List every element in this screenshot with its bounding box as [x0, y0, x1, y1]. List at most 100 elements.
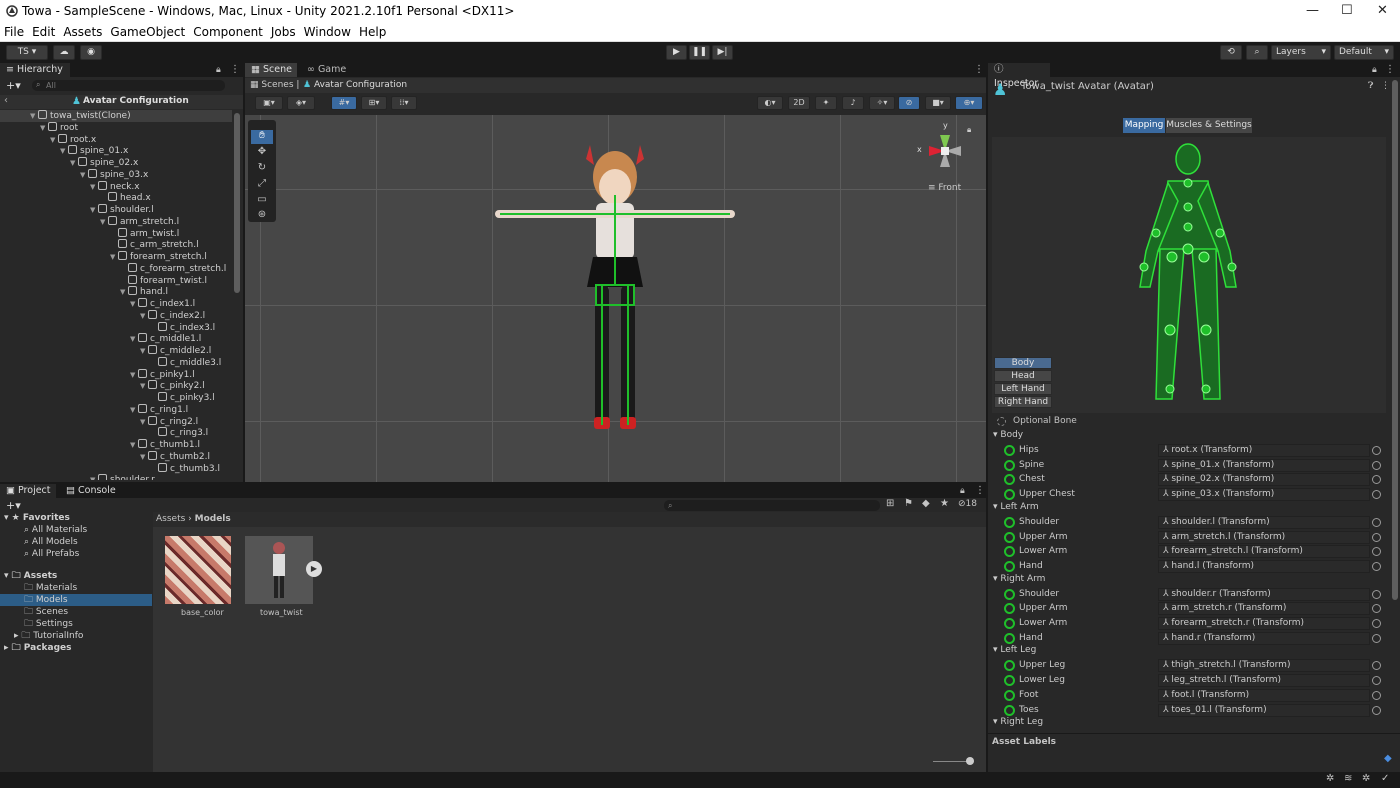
- collab-icon[interactable]: ◉: [80, 45, 102, 60]
- bone-mapped-icon[interactable]: [1004, 531, 1015, 543]
- hierarchy-item[interactable]: ▼ towa_twist(Clone): [0, 110, 232, 122]
- hierarchy-search-input[interactable]: All: [32, 80, 225, 91]
- filter-label-icon[interactable]: ⚑: [904, 498, 913, 509]
- object-picker-icon[interactable]: [1372, 705, 1381, 715]
- left-hand-button[interactable]: Left Hand: [994, 383, 1052, 395]
- back-arrow-icon[interactable]: ‹: [4, 95, 8, 106]
- account-button[interactable]: TS ▾: [6, 45, 48, 60]
- history-icon[interactable]: ⟲: [1220, 45, 1242, 60]
- object-picker-icon[interactable]: [1372, 517, 1381, 527]
- zoom-slider-handle[interactable]: [966, 757, 974, 765]
- fav-all-materials[interactable]: ⌕ All Materials: [24, 524, 87, 536]
- hierarchy-item[interactable]: ▼ spine_01.x: [0, 145, 232, 157]
- bone-mapped-icon[interactable]: [1004, 560, 1015, 572]
- tab-mapping[interactable]: Mapping: [1123, 118, 1165, 133]
- project-search-input[interactable]: ⌕: [664, 500, 880, 511]
- menu-file[interactable]: File: [0, 23, 28, 39]
- right-hand-button[interactable]: Right Hand: [994, 396, 1052, 408]
- more-menu-icon[interactable]: ⋮: [974, 64, 984, 75]
- help-icon[interactable]: ❓︎: [1368, 81, 1373, 91]
- shading-dropdown[interactable]: ◈▾: [287, 96, 315, 110]
- object-picker-icon[interactable]: [1372, 690, 1381, 700]
- body-button[interactable]: Body: [994, 357, 1052, 369]
- move-tool-icon[interactable]: ✥: [251, 146, 273, 160]
- breadcrumb-avatar[interactable]: ♟ Avatar Configuration: [303, 80, 407, 90]
- expand-arrow-icon[interactable]: ▼: [130, 333, 138, 345]
- hierarchy-item[interactable]: ▼ spine_03.x: [0, 168, 232, 181]
- menu-edit[interactable]: Edit: [28, 23, 59, 39]
- expand-arrow-icon[interactable]: ▼: [30, 110, 38, 122]
- thumb-base-color[interactable]: [165, 536, 231, 604]
- step-button[interactable]: ▶|: [712, 45, 733, 60]
- cache-icon[interactable]: ≋: [1344, 773, 1352, 784]
- folder-materials[interactable]: 🗀︎ Materials: [24, 582, 77, 594]
- hierarchy-item[interactable]: ▼ c_pinky2.l: [0, 380, 232, 392]
- more-menu-icon[interactable]: ⋮: [1381, 81, 1390, 91]
- expand-arrow-icon[interactable]: ▼: [130, 369, 138, 381]
- rotate-tool-icon[interactable]: ↻: [251, 162, 273, 176]
- favorite-star-icon[interactable]: ★: [940, 498, 949, 509]
- effects-dropdown[interactable]: ✧▾: [869, 96, 895, 110]
- gizmos-dropdown[interactable]: ⊕▾: [955, 96, 983, 110]
- bone-transform-field[interactable]: ⅄ shoulder.r (Transform): [1158, 587, 1370, 601]
- expand-arrow-icon[interactable]: ▼: [60, 145, 68, 157]
- expand-arrow-icon[interactable]: ▼: [50, 134, 58, 146]
- breadcrumb-models[interactable]: Models: [195, 514, 231, 524]
- bone-transform-field[interactable]: ⅄ spine_03.x (Transform): [1158, 488, 1370, 502]
- close-button[interactable]: ✕: [1377, 3, 1388, 18]
- hierarchy-item[interactable]: c_thumb3.l: [0, 462, 232, 475]
- draw-mode-dropdown[interactable]: ▣▾: [255, 96, 283, 110]
- play-button[interactable]: ▶: [666, 45, 687, 60]
- object-picker-icon[interactable]: [1372, 561, 1381, 571]
- bone-mapped-icon[interactable]: [1004, 516, 1015, 528]
- pause-button[interactable]: ❚❚: [689, 45, 710, 60]
- cloud-icon[interactable]: ☁: [53, 45, 75, 60]
- scene-viewport[interactable]: ✋︎ ✥ ↻ ⤢ ▭ ⊛ y x 🔒︎ ≡ Front: [245, 115, 986, 482]
- object-picker-icon[interactable]: [1372, 460, 1381, 470]
- bone-mapped-icon[interactable]: [1004, 704, 1015, 716]
- bone-transform-field[interactable]: ⅄ hand.r (Transform): [1158, 631, 1370, 645]
- more-menu-icon[interactable]: ⋮: [975, 485, 985, 496]
- hierarchy-item[interactable]: ▼ c_middle2.l: [0, 345, 232, 357]
- hierarchy-item[interactable]: c_arm_stretch.l: [0, 239, 232, 251]
- breadcrumb-assets[interactable]: Assets: [156, 514, 185, 524]
- layers-dropdown[interactable]: Layers ▾: [1271, 45, 1331, 60]
- packages-header[interactable]: ▸ 🗀︎ Packages: [4, 642, 72, 654]
- hierarchy-item[interactable]: c_forearm_stretch.l: [0, 262, 232, 275]
- grid-toggle[interactable]: #▾: [331, 96, 357, 110]
- add-button[interactable]: +▾: [6, 79, 21, 92]
- layout-dropdown[interactable]: Default ▾: [1334, 45, 1394, 60]
- object-picker-icon[interactable]: [1372, 589, 1381, 599]
- camera-dropdown[interactable]: ■▾: [925, 96, 951, 110]
- expand-arrow-icon[interactable]: ▼: [100, 216, 108, 228]
- expand-arrow-icon[interactable]: ▼: [90, 181, 98, 193]
- folder-models[interactable]: 🗀︎ Models: [0, 594, 152, 606]
- hierarchy-item[interactable]: ▼ forearm_stretch.l: [0, 251, 232, 263]
- hidden-objects-toggle[interactable]: ⊘: [898, 96, 920, 110]
- lock-icon[interactable]: 🔒︎: [960, 486, 965, 496]
- more-menu-icon[interactable]: ⋮: [1385, 64, 1395, 75]
- bone-transform-field[interactable]: ⅄ forearm_stretch.r (Transform): [1158, 617, 1370, 630]
- hierarchy-item[interactable]: head.x: [0, 192, 232, 204]
- expand-arrow-icon[interactable]: ▼: [80, 169, 88, 181]
- bone-transform-field[interactable]: ⅄ hand.l (Transform): [1158, 559, 1370, 573]
- bone-transform-field[interactable]: ⅄ thigh_stretch.l (Transform): [1158, 659, 1370, 673]
- hierarchy-item[interactable]: forearm_twist.l: [0, 274, 232, 287]
- orientation-gizmo[interactable]: [915, 121, 975, 181]
- progress-icon[interactable]: ✲: [1362, 773, 1370, 784]
- rect-tool-icon[interactable]: ▭: [251, 194, 273, 208]
- bone-group-header[interactable]: ▾ Right Leg: [993, 717, 1043, 727]
- bone-transform-field[interactable]: ⅄ arm_stretch.r (Transform): [1158, 602, 1370, 616]
- bone-transform-field[interactable]: ⅄ spine_02.x (Transform): [1158, 473, 1370, 487]
- hierarchy-item[interactable]: ▼ root: [0, 121, 232, 134]
- folder-scenes[interactable]: 🗀︎ Scenes: [24, 606, 68, 618]
- hand-tool-icon[interactable]: ✋︎: [251, 130, 273, 144]
- folder-settings[interactable]: 🗀︎ Settings: [24, 618, 73, 630]
- filter-type-icon[interactable]: ⊞: [886, 498, 894, 509]
- hierarchy-item[interactable]: ▼ c_index2.l: [0, 309, 232, 322]
- object-picker-icon[interactable]: [1372, 446, 1381, 455]
- bone-transform-field[interactable]: ⅄ arm_stretch.l (Transform): [1158, 530, 1370, 544]
- snap-toggle[interactable]: ⊞▾: [361, 96, 387, 110]
- hierarchy-item[interactable]: c_ring3.l: [0, 427, 232, 439]
- assets-header[interactable]: ▾ 🗀︎ Assets: [4, 570, 57, 582]
